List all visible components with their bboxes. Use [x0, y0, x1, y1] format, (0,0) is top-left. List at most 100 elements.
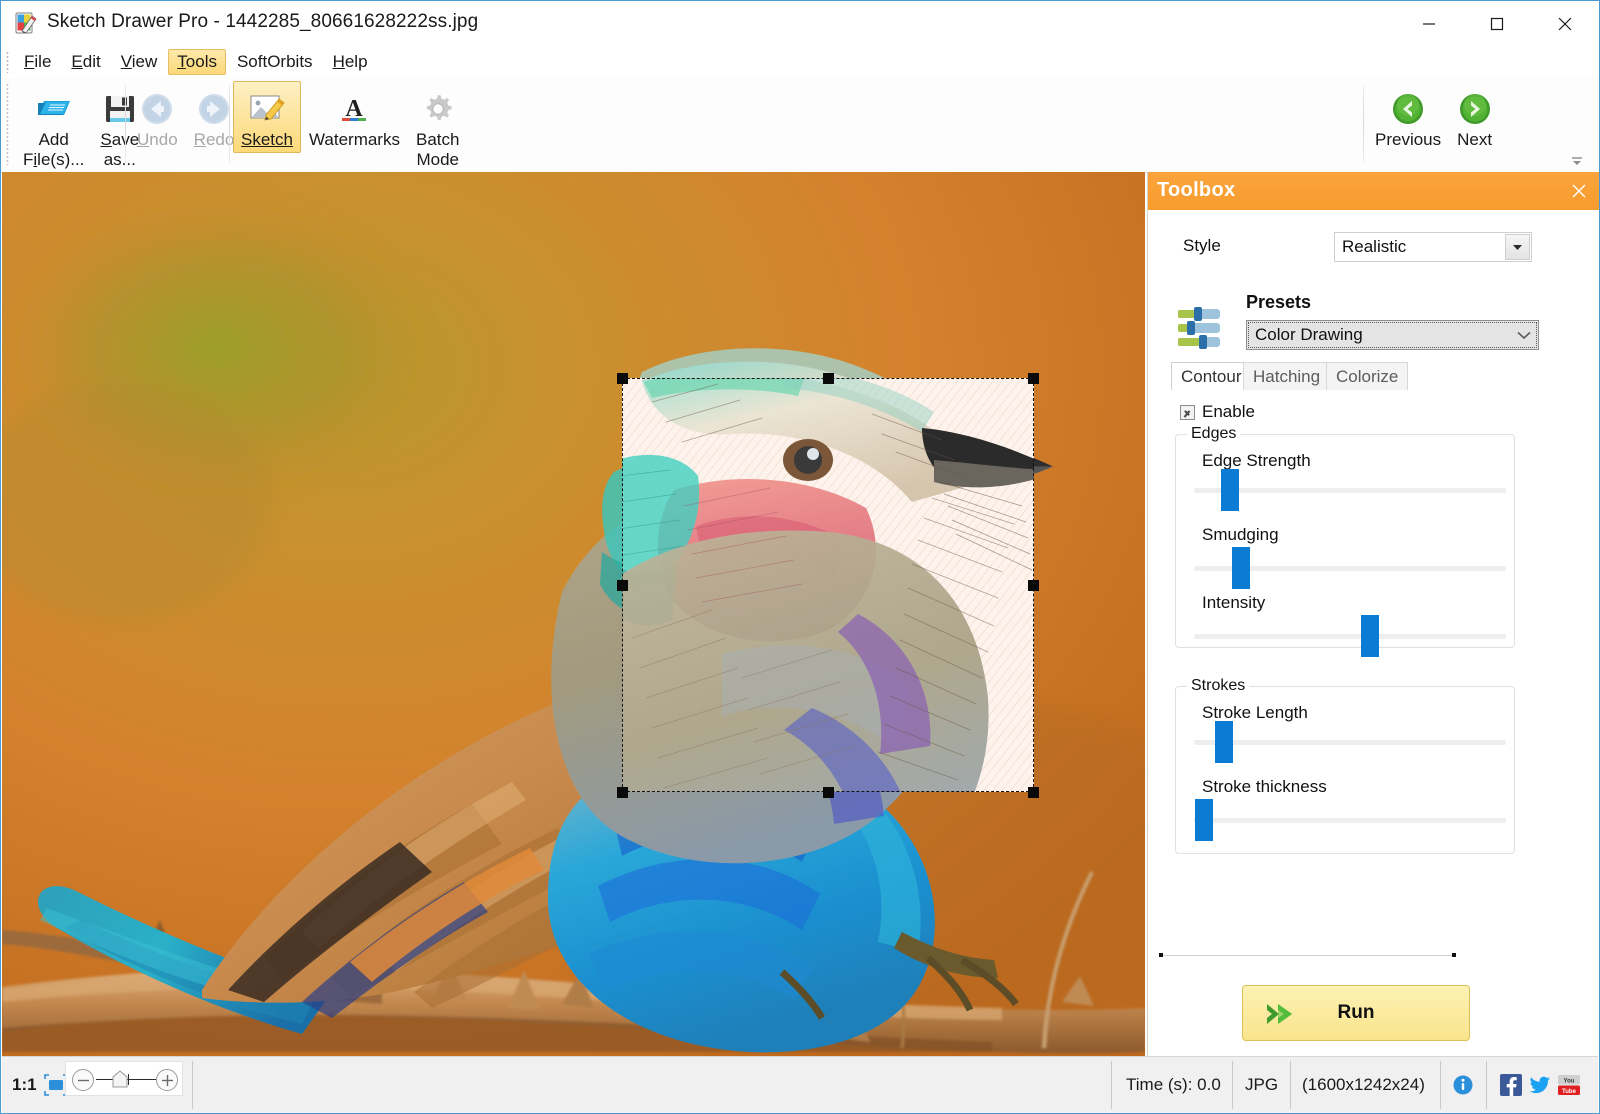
window-controls	[1395, 1, 1599, 47]
status-divider-6	[1486, 1061, 1487, 1109]
green-double-arrow-icon	[1265, 1001, 1299, 1032]
toolbar-drag-grip[interactable]	[6, 83, 9, 165]
smudging-thumb[interactable]	[1232, 547, 1250, 589]
menu-item-help[interactable]: Help	[324, 49, 377, 75]
toolbox-close-icon[interactable]	[1566, 178, 1592, 204]
smudging-label: Smudging	[1202, 525, 1279, 545]
intensity-track[interactable]	[1194, 634, 1506, 639]
sketch-icon	[248, 88, 286, 130]
previous-button[interactable]: Previous	[1367, 81, 1449, 153]
youtube-icon[interactable]: You Tube	[1558, 1074, 1580, 1096]
zoom-in-button[interactable]	[156, 1069, 178, 1091]
strokes-group-title: Strokes	[1187, 677, 1249, 695]
next-button[interactable]: Next	[1449, 81, 1500, 153]
status-divider-1	[192, 1061, 193, 1109]
menu-item-tools[interactable]: Tools	[168, 49, 226, 75]
add-files-icon	[34, 88, 74, 130]
status-divider-4	[1290, 1061, 1291, 1109]
edge-strength-thumb[interactable]	[1221, 469, 1239, 511]
stroke-thickness-track[interactable]	[1194, 818, 1506, 823]
enable-checkbox-row[interactable]: Enable	[1180, 402, 1255, 422]
enable-checkbox[interactable]	[1180, 405, 1195, 420]
watermarks-icon: A	[337, 88, 371, 130]
stroke-thickness-thumb[interactable]	[1195, 799, 1213, 841]
chevron-down-icon[interactable]	[1512, 324, 1536, 346]
chevron-down-icon[interactable]	[1505, 234, 1530, 260]
run-button[interactable]: Run	[1242, 985, 1470, 1041]
undo-label: Undo	[137, 130, 178, 150]
edge-strength-track[interactable]	[1194, 488, 1506, 493]
ribbon-expand-icon[interactable]	[1569, 154, 1585, 166]
enable-label: Enable	[1202, 402, 1255, 422]
batch-mode-button[interactable]: BatchMode	[408, 81, 467, 173]
info-cell[interactable]	[1452, 1057, 1474, 1113]
next-label: Next	[1457, 130, 1492, 150]
status-divider-2	[1111, 1061, 1112, 1109]
menu-item-file[interactable]: File	[15, 49, 60, 75]
minimize-button[interactable]	[1395, 1, 1463, 47]
toolbar-separator-3	[1363, 85, 1364, 163]
zoom-thumb[interactable]	[112, 1070, 128, 1088]
zoom-tick	[128, 1074, 129, 1085]
run-label: Run	[1338, 1002, 1375, 1024]
zoom-ratio-cell[interactable]: 1:1	[12, 1057, 37, 1113]
redo-icon	[196, 88, 232, 130]
tab-contour[interactable]: Contour	[1171, 362, 1251, 390]
status-divider-3	[1232, 1061, 1233, 1109]
strokes-group: Strokes Stroke Length Stroke thickness	[1175, 686, 1515, 854]
tab-colorize[interactable]: Colorize	[1326, 362, 1408, 390]
toolbar-group-navigation: Previous Next	[1367, 81, 1500, 169]
stroke-length-label: Stroke Length	[1202, 703, 1308, 723]
previous-label: Previous	[1375, 130, 1441, 150]
add-files-button[interactable]: AddFile(s)...	[15, 81, 92, 173]
presets-value: Color Drawing	[1255, 325, 1363, 345]
intensity-thumb[interactable]	[1361, 615, 1379, 657]
source-photo	[2, 172, 1145, 1056]
stroke-length-thumb[interactable]	[1215, 721, 1233, 763]
svg-text:Tube: Tube	[1562, 1089, 1577, 1095]
watermarks-button[interactable]: A Watermarks	[301, 81, 408, 153]
close-button[interactable]	[1531, 1, 1599, 47]
stroke-length-track[interactable]	[1194, 740, 1506, 745]
toolbar-group-file: AddFile(s)... Saveas...	[15, 81, 147, 169]
style-value: Realistic	[1342, 237, 1406, 257]
menu-item-view[interactable]: View	[112, 49, 167, 75]
twitter-icon[interactable]	[1529, 1074, 1551, 1096]
zoom-slider[interactable]	[65, 1061, 183, 1096]
batch-mode-label: BatchMode	[416, 130, 459, 170]
intensity-label: Intensity	[1202, 593, 1265, 613]
main-toolbar: AddFile(s)... Saveas...	[1, 77, 1599, 173]
sketch-button[interactable]: Sketch	[233, 81, 301, 153]
maximize-button[interactable]	[1463, 1, 1531, 47]
style-label: Style	[1183, 236, 1221, 256]
style-row: Style Realistic	[1148, 232, 1600, 264]
menu-drag-grip[interactable]	[6, 51, 9, 73]
undo-icon	[139, 88, 175, 130]
social-links: You Tube	[1500, 1074, 1580, 1096]
undo-button[interactable]: Undo	[129, 81, 186, 153]
tab-hatching[interactable]: Hatching	[1243, 362, 1330, 390]
toolbar-group-tools: Sketch A Watermarks	[233, 81, 467, 169]
add-files-label: AddFile(s)...	[23, 130, 84, 170]
time-cell: Time (s): 0.0	[1126, 1057, 1221, 1113]
info-icon	[1452, 1074, 1474, 1096]
presets-label: Presets	[1246, 292, 1311, 313]
format-label: JPG	[1245, 1075, 1278, 1095]
separator-dot-right	[1452, 953, 1456, 957]
format-cell: JPG	[1245, 1057, 1278, 1113]
facebook-icon[interactable]	[1500, 1074, 1522, 1096]
gear-icon	[420, 88, 456, 130]
toolbox-title: Toolbox	[1157, 179, 1235, 202]
toolbox-body: Style Realistic	[1148, 210, 1600, 1056]
presets-dropdown[interactable]: Color Drawing	[1246, 320, 1539, 350]
menu-item-edit[interactable]: Edit	[62, 49, 109, 75]
menu-item-softorbits[interactable]: SoftOrbits	[228, 49, 322, 75]
next-arrow-icon	[1458, 88, 1492, 130]
toolbar-separator-1	[125, 85, 126, 163]
previous-arrow-icon	[1391, 88, 1425, 130]
window-title: Sketch Drawer Pro - 1442285_80661628222s…	[47, 11, 478, 33]
toolbar-group-history: Undo Redo	[129, 81, 242, 169]
image-canvas[interactable]	[2, 172, 1145, 1056]
zoom-out-button[interactable]	[72, 1069, 94, 1091]
style-dropdown[interactable]: Realistic	[1334, 232, 1532, 262]
